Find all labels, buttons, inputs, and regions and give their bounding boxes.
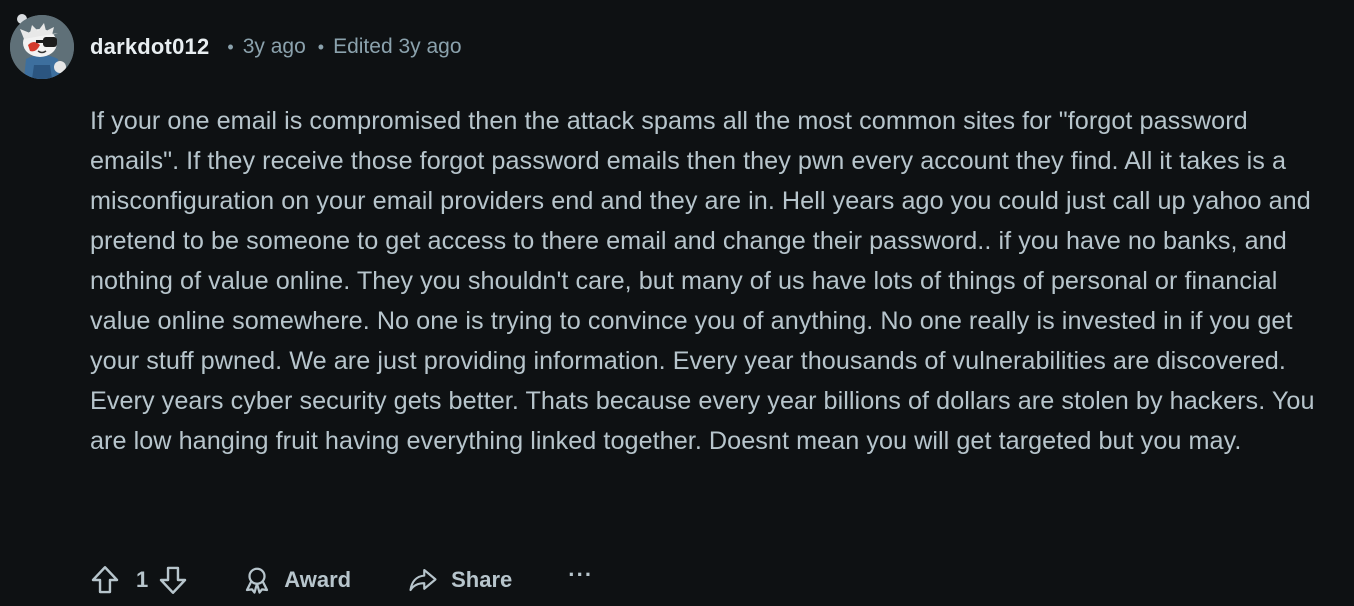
avatar[interactable]	[10, 15, 74, 79]
meta-separator: •	[317, 36, 325, 57]
downvote-arrow-icon	[160, 566, 187, 594]
share-button[interactable]: Share	[407, 565, 512, 595]
snoo-avatar-icon	[10, 15, 74, 79]
award-button[interactable]: Award	[242, 565, 351, 595]
comment-paragraph: If your one email is compromised then th…	[90, 107, 1315, 455]
share-arrow-icon	[409, 568, 437, 592]
comment-action-bar: 1 Award Share ···	[88, 558, 593, 602]
meta-separator: •	[227, 36, 234, 57]
more-options-button[interactable]: ···	[568, 562, 593, 588]
upvote-arrow-icon	[91, 566, 119, 594]
award-ribbon-icon	[246, 567, 269, 594]
share-label: Share	[451, 567, 513, 592]
vote-count: 1	[136, 567, 149, 592]
edited-time: Edited 3y ago	[333, 35, 462, 58]
upvote-button[interactable]	[88, 563, 122, 597]
award-label: Award	[284, 567, 352, 592]
comment-body: If your one email is compromised then th…	[90, 101, 1340, 461]
posted-time[interactable]: 3y ago	[243, 35, 306, 59]
downvote-button[interactable]	[156, 563, 190, 597]
comment-header: darkdot012 • 3y ago • Edited 3y ago	[90, 30, 462, 64]
username-link[interactable]: darkdot012	[90, 34, 209, 60]
